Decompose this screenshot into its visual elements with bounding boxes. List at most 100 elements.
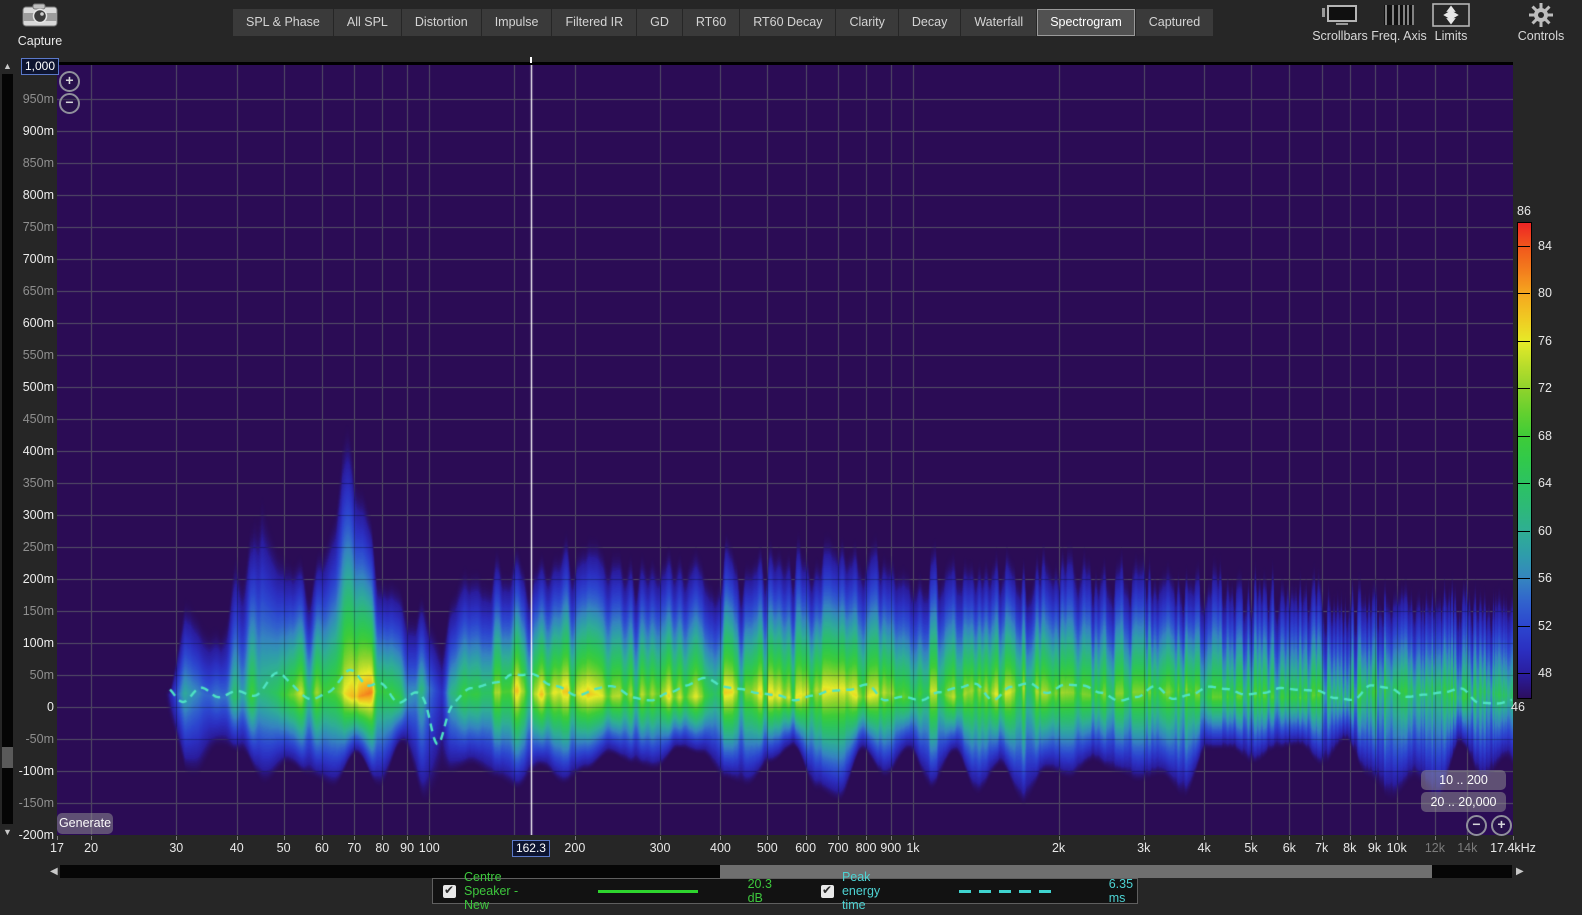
x-axis-label: 400 (710, 841, 731, 855)
legend-line-sample-solid (597, 889, 698, 893)
legend-line-sample-dashed (958, 889, 1059, 893)
x-axis-tick (283, 836, 285, 840)
x-axis-label: 300 (649, 841, 671, 855)
toolbar: Capture SPL & Phase All SPL Distortion Impu… (0, 0, 1582, 55)
tab-filtered-ir[interactable]: Filtered IR (552, 9, 638, 36)
x-axis-label: 2k (1051, 841, 1066, 855)
colorbar-tick-line (1517, 673, 1530, 675)
tab-distortion[interactable]: Distortion (401, 9, 482, 36)
hscroll-thumb[interactable] (720, 865, 1432, 878)
x-axis-label: 40 (229, 841, 244, 855)
freq-range-button[interactable]: 20 .. 20,000 (1421, 792, 1506, 812)
tab-captured[interactable]: Captured (1135, 9, 1215, 36)
colorbar-tick-line (1517, 483, 1530, 485)
hscroll-right-arrow-icon[interactable]: ▶ (1516, 865, 1524, 878)
x-axis-label: 200 (564, 841, 586, 855)
x-axis-label: 8k (1343, 841, 1357, 855)
x-axis-label: 12k (1424, 841, 1446, 855)
tab-impulse[interactable]: Impulse (481, 9, 553, 36)
x-axis-tick (1321, 836, 1323, 840)
tab-spl-phase[interactable]: SPL & Phase (233, 9, 334, 36)
camera-icon (12, 2, 68, 33)
tab-waterfall[interactable]: Waterfall (961, 9, 1038, 36)
x-axis-label: 7k (1315, 841, 1329, 855)
colorbar-tick-label: 76 (1538, 333, 1552, 348)
x-axis-label: 100 (418, 841, 440, 855)
tab-all-spl[interactable]: All SPL (333, 9, 402, 36)
x-axis-label: 5k (1244, 841, 1258, 855)
x-axis-label: 50 (276, 841, 291, 855)
x-axis-label: 4k (1197, 841, 1211, 855)
gear-icon (1506, 3, 1576, 27)
capture-button[interactable]: Capture (12, 2, 68, 50)
colorbar-tick-label: 72 (1538, 381, 1552, 396)
tab-rt60[interactable]: RT60 (682, 9, 741, 36)
x-axis-tick (767, 836, 769, 840)
legend-label: Centre Speaker - New (464, 870, 519, 912)
legend-value: 6.35 ms (1108, 877, 1134, 905)
x-axis-tick (429, 836, 431, 840)
vscroll-up-arrow-icon[interactable]: ▲ (3, 60, 12, 73)
tool-limits[interactable]: Limits (1416, 3, 1486, 43)
hscroll-left-arrow-icon[interactable]: ◀ (50, 865, 58, 878)
x-axis-tick (1143, 836, 1145, 840)
x-axis-label: 30 (169, 841, 184, 855)
tab-clarity[interactable]: Clarity (836, 9, 899, 36)
cursor-frequency-readout[interactable]: 162.3 (511, 840, 550, 857)
x-axis-tick (1349, 836, 1351, 840)
x-axis-label: 90 (400, 841, 415, 855)
tool-controls[interactable]: Controls (1506, 3, 1576, 43)
x-axis-tick (407, 836, 409, 840)
x-axis-tick (838, 836, 839, 840)
x-axis-label: 6k (1282, 841, 1296, 855)
x-axis-tick (236, 836, 238, 840)
legend-checkbox-centre-speaker-new[interactable] (443, 883, 456, 898)
x-axis-label: 3k (1137, 841, 1151, 855)
zoom-in-button-bottomright[interactable]: + (1491, 815, 1512, 836)
tab-gd[interactable]: GD (637, 9, 683, 36)
time-range-input[interactable]: 1,000 (21, 58, 60, 75)
legend-checkbox-peak-energy-time[interactable] (820, 883, 834, 898)
colorbar-tick-label: 60 (1538, 523, 1552, 538)
zoom-out-button-topleft[interactable]: − (59, 93, 80, 114)
x-axis-label: 800 (855, 841, 877, 855)
colorbar-tick-line (1517, 578, 1530, 580)
colorbar-tick-label: 56 (1538, 571, 1552, 586)
tab-rt60-decay[interactable]: RT60 Decay (740, 9, 837, 36)
time-range-button[interactable]: 10 .. 200 (1421, 770, 1506, 790)
x-axis-label: 900 (880, 841, 902, 855)
x-axis-tick (176, 836, 178, 840)
colorbar-tick-line (1517, 388, 1530, 390)
zoom-out-button-bottomright[interactable]: − (1466, 815, 1487, 836)
legend-label: Peak energy time (841, 870, 881, 912)
colorbar-tick-label: 64 (1538, 476, 1552, 491)
colorbar-tick-label: 84 (1538, 238, 1552, 253)
legend-value: 20.3 dB (747, 877, 772, 905)
x-axis-tick (57, 836, 58, 840)
x-axis-label: 500 (756, 841, 778, 855)
x-axis-tick (321, 836, 323, 840)
x-axis-label: 9k (1367, 841, 1382, 855)
vscroll-track[interactable] (2, 74, 13, 824)
x-axis-label: 10k (1386, 841, 1407, 855)
colorbar-tick-line (1517, 435, 1530, 437)
zoom-in-button-topleft[interactable]: + (59, 71, 80, 92)
x-axis-tick (890, 836, 892, 840)
vscroll-down-arrow-icon[interactable]: ▼ (3, 826, 12, 839)
x-axis-tick (912, 836, 914, 840)
tab-decay[interactable]: Decay (898, 9, 962, 36)
generate-button[interactable]: Generate (57, 813, 113, 834)
colorbar-tick-line (1517, 530, 1530, 532)
x-axis-tick (1467, 836, 1469, 840)
x-axis-tick (1204, 836, 1206, 840)
colorbar-tick-label: 48 (1538, 666, 1552, 681)
vscroll-thumb[interactable] (2, 747, 13, 768)
x-axis-label: 600 (795, 841, 817, 855)
x-axis-tick (866, 836, 868, 840)
x-axis-tick (660, 836, 662, 840)
x-axis-tick (1434, 836, 1436, 840)
spectrogram-canvas[interactable] (57, 65, 1513, 835)
x-axis-label: 17.4kHz (1490, 841, 1536, 855)
x-axis-label: 70 (347, 841, 362, 855)
tab-spectrogram[interactable]: Spectrogram (1037, 9, 1136, 36)
